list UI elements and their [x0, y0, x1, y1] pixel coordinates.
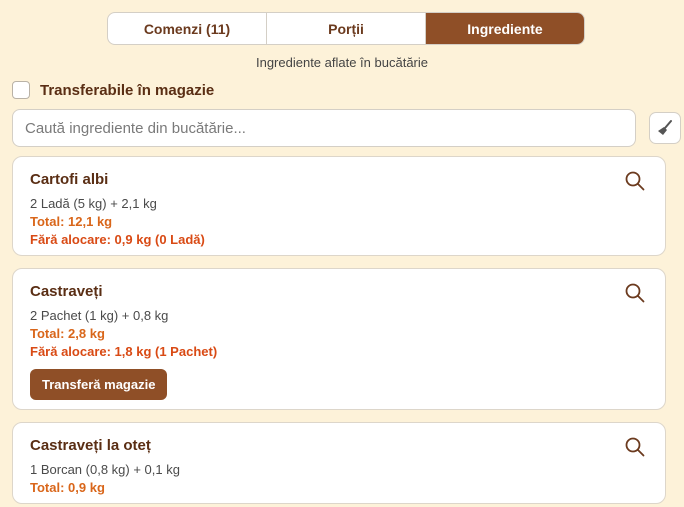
ingredient-card: Castraveți la oteț 1 Borcan (0,8 kg) + 0…	[12, 422, 666, 504]
transfer-warehouse-button[interactable]: Transferă magazie	[30, 369, 168, 400]
view-tabs: Comenzi (11) Porții Ingrediente	[107, 12, 585, 45]
tab-portii[interactable]: Porții	[267, 13, 426, 44]
ingredient-name: Cartofi albi	[30, 171, 109, 188]
ingredient-total: Total: 12,1 kg	[30, 214, 113, 229]
search-icon[interactable]	[625, 437, 645, 457]
ingredient-name: Castraveți	[30, 283, 103, 300]
ingredient-unallocated: Fără alocare: 1,8 kg (1 Pachet)	[30, 344, 218, 359]
search-icon[interactable]	[625, 171, 645, 191]
page-subtitle: Ingrediente aflate în bucătărie	[255, 55, 428, 70]
tab-comenzi[interactable]: Comenzi (11)	[108, 13, 267, 44]
transferable-checkbox[interactable]	[12, 81, 30, 99]
search-icon[interactable]	[625, 283, 645, 303]
ingredient-quantity: 2 Ladă (5 kg) + 2,1 kg	[30, 196, 157, 211]
ingredient-card: Castraveți 2 Pachet (1 kg) + 0,8 kg Tota…	[12, 268, 666, 410]
search-placeholder: Caută ingrediente din bucătărie...	[25, 119, 246, 137]
ingredient-card: Cartofi albi 2 Ladă (5 kg) + 2,1 kg Tota…	[12, 156, 666, 256]
ingredient-total: Total: 0,9 kg	[30, 480, 105, 495]
ingredient-quantity: 1 Borcan (0,8 kg) + 0,1 kg	[30, 462, 180, 477]
tab-ingrediente[interactable]: Ingrediente	[426, 13, 584, 44]
broom-icon	[658, 120, 672, 135]
transferable-filter[interactable]: Transferabile în magazie	[12, 81, 214, 99]
ingredient-unallocated: Fără alocare: 0,9 kg (0 Ladă)	[30, 232, 205, 247]
ingredient-name: Castraveți la oteț	[30, 437, 151, 454]
search-input[interactable]: Caută ingrediente din bucătărie...	[12, 109, 636, 147]
clear-search-button[interactable]	[649, 112, 681, 144]
ingredient-quantity: 2 Pachet (1 kg) + 0,8 kg	[30, 308, 169, 323]
transferable-label: Transferabile în magazie	[40, 81, 215, 99]
ingredient-total: Total: 2,8 kg	[30, 326, 105, 341]
